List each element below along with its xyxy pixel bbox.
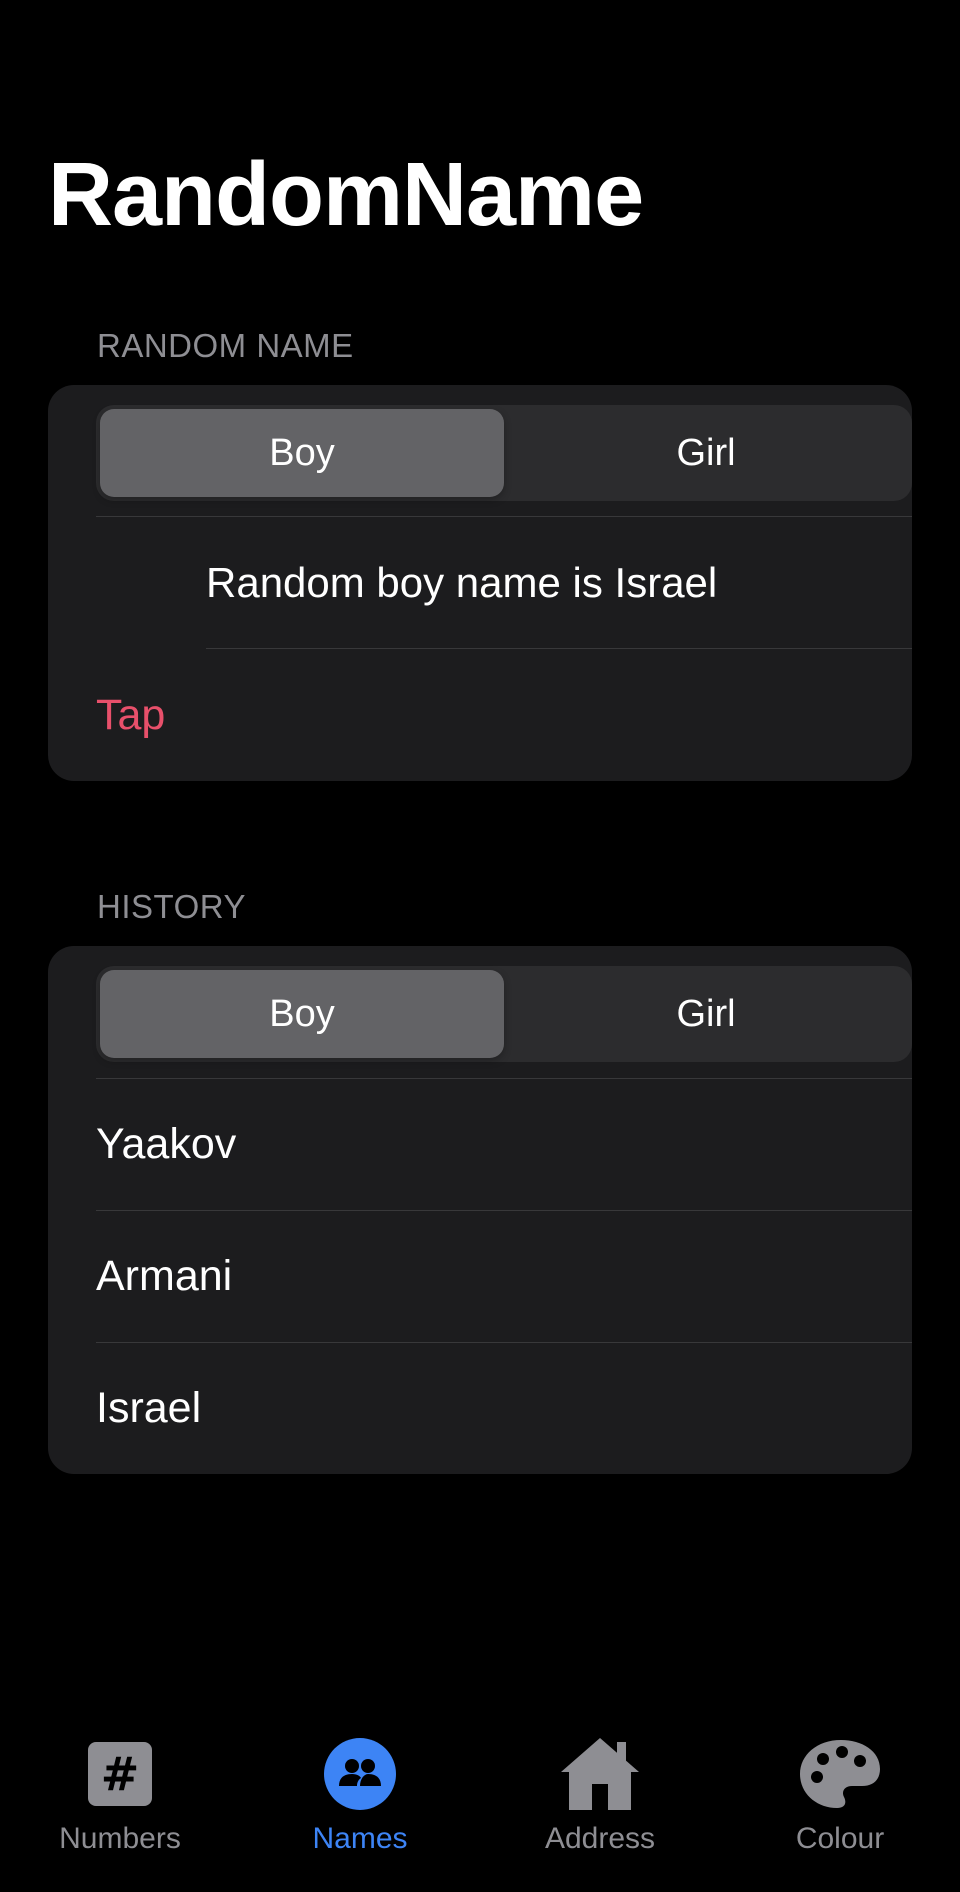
- people-circle-icon: [315, 1732, 405, 1816]
- number-square-icon: #: [75, 1732, 165, 1816]
- tab-address[interactable]: Address: [480, 1720, 720, 1892]
- tab-label: Names: [312, 1822, 408, 1855]
- section-header-random-name: RANDOM NAME: [97, 327, 354, 364]
- screen: RandomName RANDOM NAME Boy Girl Random b…: [0, 0, 960, 1892]
- history-segment-boy[interactable]: Boy: [100, 970, 504, 1058]
- palette-icon: [795, 1732, 885, 1816]
- divider: [206, 648, 912, 649]
- history-list: Yaakov Armani Israel: [96, 1078, 912, 1474]
- tab-label: Colour: [795, 1822, 885, 1855]
- segment-boy[interactable]: Boy: [100, 409, 504, 497]
- list-item: Armani: [96, 1210, 912, 1342]
- random-name-card: Boy Girl Random boy name is Israel Tap: [48, 385, 912, 781]
- tab-names[interactable]: Names: [240, 1720, 480, 1892]
- house-icon: [555, 1732, 645, 1816]
- list-item: Israel: [96, 1342, 912, 1474]
- tab-colour[interactable]: Colour: [720, 1720, 960, 1892]
- tab-numbers[interactable]: # Numbers: [0, 1720, 240, 1892]
- random-name-result: Random boy name is Israel: [206, 559, 718, 606]
- list-item: Yaakov: [96, 1078, 912, 1210]
- segment-girl[interactable]: Girl: [504, 409, 908, 497]
- section-header-history: HISTORY: [97, 888, 246, 925]
- history-gender-segmented-control[interactable]: Boy Girl: [96, 966, 912, 1062]
- tab-label: Numbers: [59, 1822, 181, 1855]
- gender-segmented-control[interactable]: Boy Girl: [96, 405, 912, 501]
- history-segment-girl[interactable]: Girl: [504, 970, 908, 1058]
- page-title: RandomName: [48, 145, 644, 245]
- history-card: Boy Girl Yaakov Armani Israel: [48, 946, 912, 1474]
- tap-button[interactable]: Tap: [96, 649, 165, 781]
- tab-label: Address: [544, 1822, 656, 1855]
- tab-bar: # Numbers Names Address Colour: [0, 1720, 960, 1892]
